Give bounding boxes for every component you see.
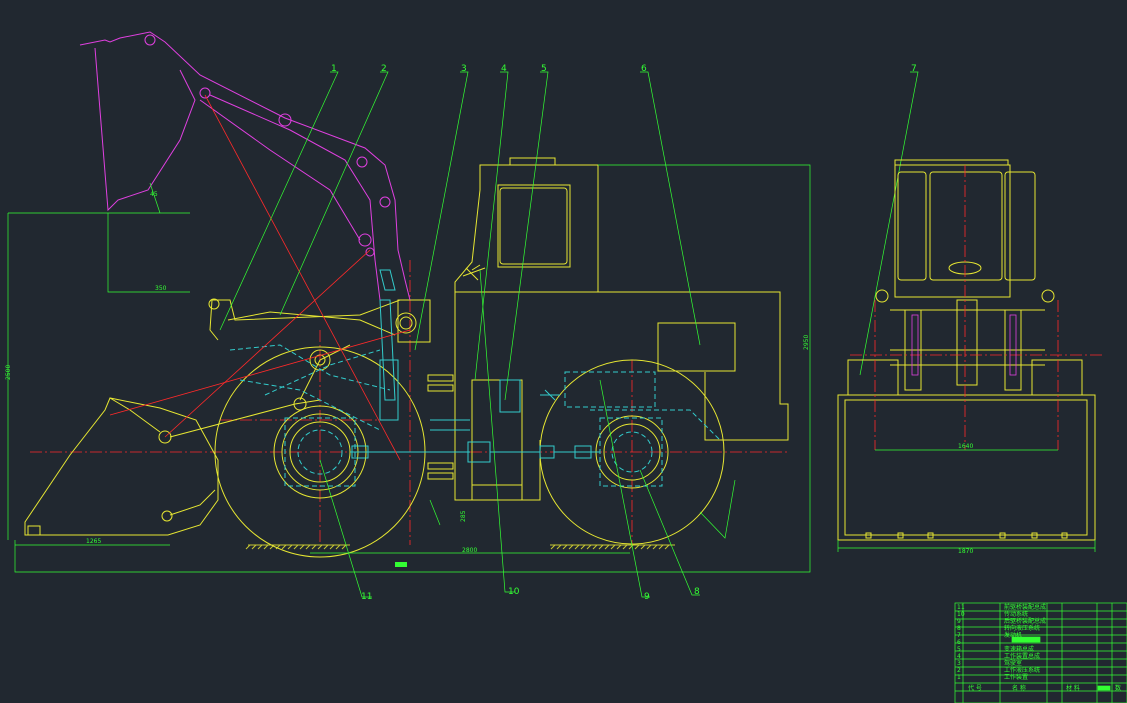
tb-row-name: 工作装置 [1004, 673, 1028, 681]
tb-row-no: 10 [957, 611, 965, 618]
tb-header-code: 代 号 [968, 684, 982, 692]
tb-row-name: 工作液压系统 [1004, 666, 1040, 674]
callout-2: 2 [381, 64, 387, 74]
dim-ground-clearance: 285 [460, 510, 467, 522]
tb-row-name: 传动系统 [1004, 610, 1028, 618]
tb-row-no: 2 [957, 667, 961, 674]
tb-header-material: 材 料 [1066, 684, 1080, 692]
tb-header-name: 名 称 [1012, 684, 1026, 692]
front-body [837, 159, 1096, 541]
tb-row-no: 11 [957, 604, 965, 611]
linkage-paths [109, 94, 411, 461]
dim-track-width: 1640 [958, 443, 973, 450]
dim-overall-width: 1870 [958, 548, 973, 555]
front-view: 1640 1870 [837, 159, 1105, 555]
tb-row-no: 4 [957, 653, 961, 660]
callout-9: 9 [644, 592, 650, 602]
dim-dump-angle: 45 [150, 191, 158, 198]
side-dimensions [7, 164, 811, 573]
front-cylinders [911, 314, 1017, 376]
tb-row-no: 5 [957, 646, 961, 653]
callout-8: 8 [694, 587, 700, 597]
tb-row-name: 发动机 [1004, 631, 1022, 639]
cad-drawing: 2500 350 1265 2800 2950 285 45 1 2 3 4 5… [5, 31, 1127, 703]
tb-row-name: 驾驶室 [1004, 659, 1022, 667]
cab-body [395, 157, 789, 501]
tb-row-no: 8 [957, 625, 961, 632]
callout-1: 1 [331, 64, 337, 74]
side-view: 2500 350 1265 2800 2950 285 45 1 2 3 4 5… [5, 31, 919, 602]
tb-row-no: 3 [957, 660, 961, 667]
callout-7: 7 [911, 64, 917, 74]
tb-row-no: 7 [957, 632, 961, 639]
callout-4: 4 [501, 64, 507, 74]
dim-wheelbase: 2800 [462, 547, 477, 554]
tb-header-qty: 数 [1115, 684, 1121, 692]
tb-row-name: 后驱桥装配总成 [1004, 617, 1046, 625]
tb-row-no: 9 [957, 618, 961, 625]
callout-11: 11 [361, 592, 372, 602]
ground-hatch-icon [245, 544, 675, 550]
raised-boom [79, 31, 411, 301]
callout-leaders [219, 71, 919, 598]
tb-row-no: 1 [957, 674, 961, 681]
callout-5: 5 [541, 64, 547, 74]
dim-boom-reach: 350 [155, 285, 167, 292]
tb-row-name: 变速箱总成 [1004, 645, 1034, 653]
callout-3: 3 [461, 64, 467, 74]
dim-cab-height: 2950 [803, 335, 810, 350]
tb-row-name: 前驱桥装配总成 [1004, 603, 1046, 611]
centerlines [30, 260, 790, 545]
callout-6: 6 [641, 64, 647, 74]
tb-row-name: 工作装置总成 [1004, 652, 1040, 660]
dim-bucket-length: 1265 [86, 538, 101, 545]
tb-row-no: 6 [957, 639, 961, 646]
dim-overall-length-marker [395, 562, 407, 567]
tb-row-name: 转向液压系统 [1004, 624, 1040, 632]
dim-overall-height: 2500 [5, 365, 12, 380]
callout-10: 10 [508, 587, 520, 597]
front-dimensions [837, 449, 1096, 552]
